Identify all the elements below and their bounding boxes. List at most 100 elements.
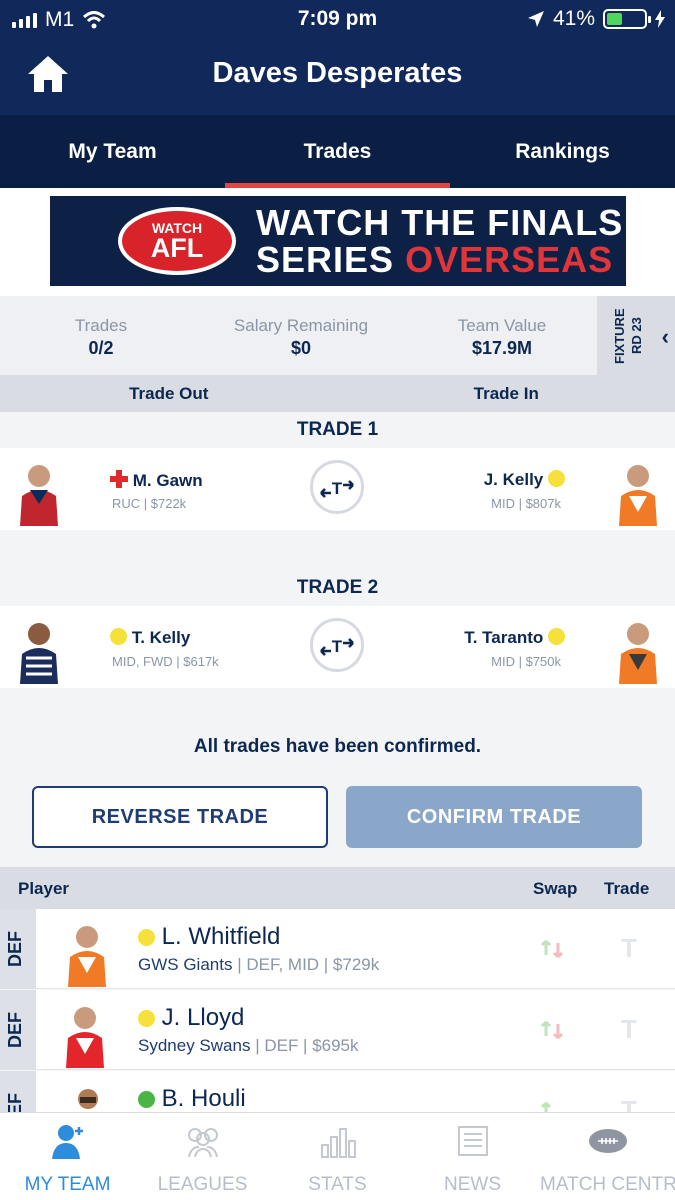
- trade-columns-header: Trade Out Trade In: [0, 376, 675, 412]
- position-label: DEF: [5, 1012, 25, 1048]
- tab-rankings[interactable]: Rankings: [450, 115, 675, 188]
- trade-column-header: Trade: [604, 879, 650, 898]
- tab-my-team[interactable]: My Team: [0, 115, 225, 188]
- status-dot-icon: [138, 929, 155, 946]
- list-item[interactable]: DEF L. Whitfield GWS Giants | DEF, MID |…: [0, 909, 675, 989]
- trade-in-player[interactable]: T. Taranto: [464, 628, 565, 648]
- nav-label: LEAGUES: [157, 1174, 248, 1195]
- swap-icon[interactable]: [538, 1016, 566, 1044]
- svg-text:T: T: [332, 637, 343, 656]
- trade-1-label: TRADE 1: [296, 419, 379, 440]
- status-dot-icon: [138, 1010, 155, 1027]
- charging-bolt-icon: [655, 10, 665, 28]
- trade-icon[interactable]: T: [621, 1014, 637, 1045]
- player-photo: [619, 623, 657, 684]
- trade-swap-button[interactable]: T: [310, 460, 364, 514]
- status-dot-icon: [548, 470, 565, 487]
- team-name: GWS Giants: [138, 955, 233, 974]
- trade-2-label: TRADE 2: [296, 577, 379, 598]
- trade-in-header: Trade In: [473, 384, 539, 403]
- player-details: Sydney Swans | DEF | $695k: [138, 1036, 359, 1056]
- ad-banner-area: WATCH AFL WATCH THE FINALS SERIES OVERSE…: [0, 188, 675, 296]
- status-bar: M1 7:09 pm 41%: [0, 0, 675, 38]
- trade-swap-button[interactable]: T: [310, 618, 364, 672]
- player-meta: | DEF, MID | $729k: [237, 955, 380, 974]
- nav-label: MY TEAM: [24, 1174, 111, 1195]
- player-list-header: Player Swap Trade: [0, 867, 675, 909]
- tab-trades[interactable]: Trades: [225, 115, 450, 188]
- bar-chart-icon: [320, 1128, 356, 1158]
- position-tab: DEF: [0, 990, 36, 1070]
- trade-1-row: M. Gawn RUC | $722k T J. Kelly MID | $80…: [0, 448, 675, 530]
- player-name: M. Gawn: [132, 471, 203, 490]
- nav-my-team[interactable]: MY TEAM: [0, 1113, 135, 1200]
- player-name: B. Houli: [138, 1085, 246, 1113]
- location-arrow-icon: [527, 11, 544, 27]
- trade-in-player[interactable]: J. Kelly: [484, 470, 565, 490]
- player-photo: [619, 465, 657, 526]
- banner-line-1: WATCH THE FINALS: [256, 202, 624, 243]
- reverse-trade-button[interactable]: REVERSE TRADE: [32, 786, 328, 848]
- injury-cross-icon: [110, 470, 128, 488]
- swap-arrows-icon: T: [320, 479, 354, 498]
- position-label: DEF: [5, 931, 25, 967]
- banner-headline: WATCH THE FINALS SERIES OVERSEAS: [256, 204, 623, 278]
- player-meta: MID | $807k: [491, 496, 561, 511]
- app-header: M1 7:09 pm 41% Daves Desperates: [0, 0, 675, 115]
- team-value-value: $17.9M: [471, 338, 533, 358]
- confirm-trade-button[interactable]: CONFIRM TRADE: [346, 786, 642, 848]
- trades-value: 0/2: [88, 338, 114, 358]
- nav-leagues[interactable]: LEAGUES: [135, 1113, 270, 1200]
- trade-2-row: T. Kelly MID, FWD | $617k T T. Taranto M…: [0, 606, 675, 688]
- user-add-icon: [51, 1125, 83, 1159]
- swap-icon[interactable]: [538, 935, 566, 963]
- salary-remaining: Salary Remaining $0: [210, 296, 392, 359]
- player-name: J. Lloyd: [138, 1004, 244, 1032]
- trade-out-player[interactable]: T. Kelly: [110, 628, 190, 648]
- trade-summary: Trades 0/2 Salary Remaining $0 Team Valu…: [0, 296, 675, 376]
- battery-icon: [603, 9, 651, 29]
- player-column-header: Player: [18, 879, 70, 898]
- banner-overseas: OVERSEAS: [405, 239, 614, 280]
- nav-label: STATS: [308, 1174, 367, 1195]
- player-meta: MID | $750k: [491, 654, 561, 669]
- salary-label: Salary Remaining: [233, 316, 369, 335]
- player-name: J. Kelly: [483, 470, 544, 489]
- fixture-label: FIXTURE RD 23: [612, 308, 644, 364]
- logo-afl-text: AFL: [150, 233, 204, 263]
- team-name: Sydney Swans: [138, 1036, 251, 1055]
- bottom-nav: MY TEAM LEAGUES STATS NEWS MATCH CENTRE: [0, 1112, 675, 1200]
- battery-percent: 41%: [552, 7, 595, 30]
- banner-line-2: SERIES OVERSEAS: [256, 241, 623, 278]
- chevron-left-icon: ‹: [661, 324, 669, 349]
- trades-count: Trades 0/2: [40, 296, 162, 359]
- newspaper-icon: [457, 1126, 488, 1156]
- status-dot-icon: [548, 628, 565, 645]
- trade-out-header: Trade Out: [129, 384, 209, 403]
- player-photo: [68, 926, 106, 987]
- trade-icon[interactable]: T: [621, 933, 637, 964]
- list-item[interactable]: DEF J. Lloyd Sydney Swans | DEF | $695k …: [0, 990, 675, 1070]
- player-name: T. Taranto: [464, 628, 544, 647]
- player-photo: [66, 1007, 104, 1068]
- nav-match-centre[interactable]: MATCH CENTRE: [540, 1113, 675, 1200]
- player-meta: RUC | $722k: [112, 496, 187, 511]
- nav-news[interactable]: NEWS: [405, 1113, 540, 1200]
- confirmation-message: All trades have been confirmed.: [193, 736, 482, 757]
- ad-banner[interactable]: WATCH AFL WATCH THE FINALS SERIES OVERSE…: [50, 196, 626, 286]
- nav-stats[interactable]: STATS: [270, 1113, 405, 1200]
- player-name-text: J. Lloyd: [161, 1004, 245, 1031]
- banner-series: SERIES: [256, 239, 395, 280]
- team-value-label: Team Value: [457, 316, 547, 335]
- group-icon: [187, 1128, 218, 1158]
- team-value: Team Value $17.9M: [432, 296, 572, 359]
- trade-out-player[interactable]: M. Gawn: [110, 470, 203, 491]
- player-name-text: B. Houli: [161, 1085, 246, 1112]
- football-icon: [588, 1129, 627, 1153]
- svg-text:T: T: [332, 479, 343, 498]
- trades-label: Trades: [74, 316, 128, 335]
- fixture-toggle[interactable]: FIXTURE RD 23 ‹: [597, 296, 675, 376]
- swap-column-header: Swap: [533, 879, 578, 898]
